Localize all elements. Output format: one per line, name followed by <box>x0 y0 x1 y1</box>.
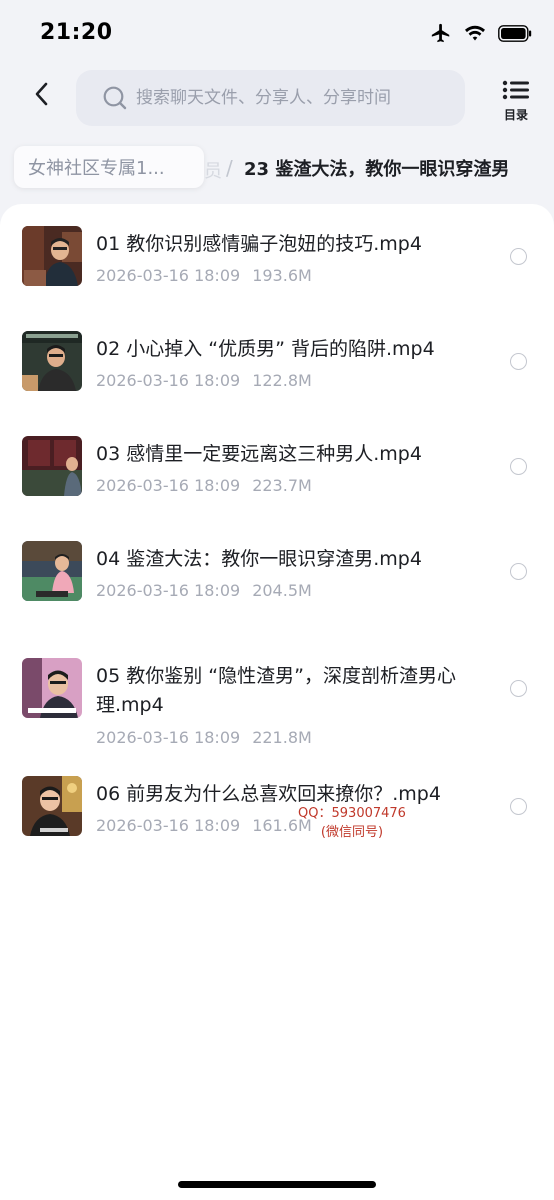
breadcrumb: 女神社区专属1... 员 / 23 鉴渣大法，教你一眼识穿渣男 <box>0 146 554 190</box>
status-time: 21:20 <box>40 20 113 45</box>
file-item[interactable]: 06 前男友为什么总喜欢回来撩你？.mp4 2026-03-16 18:09 16… <box>0 776 554 846</box>
file-name: 05 教你鉴别 “隐性渣男”，深度剖析渣男心理.mp4 <box>96 665 456 716</box>
file-name: 03 感情里一定要远离这三种男人.mp4 <box>96 443 422 465</box>
file-name: 01 教你识别感情骗子泡妞的技巧.mp4 <box>96 233 422 255</box>
airplane-icon <box>430 22 452 44</box>
select-radio[interactable] <box>510 680 527 697</box>
file-item[interactable]: 03 感情里一定要远离这三种男人.mp4 2026-03-16 18:09 223… <box>0 436 554 506</box>
breadcrumb-current: 23 鉴渣大法，教你一眼识穿渣男 <box>244 159 510 180</box>
file-size: 223.7M <box>252 476 312 495</box>
status-bar: 21:20 <box>0 0 554 66</box>
file-date: 2026-03-16 18:09 <box>96 816 241 835</box>
file-date: 2026-03-16 18:09 <box>96 266 241 285</box>
file-size: 193.6M <box>252 266 312 285</box>
breadcrumb-separator: / <box>226 156 233 180</box>
file-meta: 2026-03-16 18:09 193.6M <box>96 266 312 285</box>
file-size: 204.5M <box>252 581 312 600</box>
search-icon <box>102 85 128 111</box>
file-item[interactable]: 01 教你识别感情骗子泡妞的技巧.mp4 2026-03-16 18:09 193… <box>0 226 554 296</box>
file-date: 2026-03-16 18:09 <box>96 371 241 390</box>
file-size: 122.8M <box>252 371 312 390</box>
video-thumbnail <box>22 776 82 836</box>
search-box[interactable] <box>76 70 465 126</box>
toc-button[interactable]: 目录 <box>494 80 538 124</box>
chevron-left-icon <box>33 81 51 111</box>
file-list: 01 教你识别感情骗子泡妞的技巧.mp4 2026-03-16 18:09 193… <box>0 204 554 1200</box>
file-item[interactable]: 04 鉴渣大法：教你一眼识穿渣男.mp4 2026-03-16 18:09 204… <box>0 541 554 611</box>
video-thumbnail <box>22 658 82 718</box>
toc-label: 目录 <box>503 108 528 122</box>
file-date: 2026-03-16 18:09 <box>96 476 241 495</box>
breadcrumb-faded-text: 员 <box>204 161 222 182</box>
file-size: 161.6M <box>252 816 312 835</box>
back-button[interactable] <box>24 78 60 114</box>
file-name: 04 鉴渣大法：教你一眼识穿渣男.mp4 <box>96 548 422 570</box>
status-icons <box>430 22 532 44</box>
file-meta: 2026-03-16 18:09 204.5M <box>96 581 312 600</box>
wifi-icon <box>464 24 486 42</box>
video-thumbnail <box>22 226 82 286</box>
video-thumbnail <box>22 436 82 496</box>
file-item[interactable]: 05 教你鉴别 “隐性渣男”，深度剖析渣男心理.mp4 2026-03-16 1… <box>0 658 554 748</box>
file-browser-screen: 21:20 搜索聊天文件、分享人、分享时间 目录 女神社区专属1... 员 / … <box>0 0 554 1200</box>
home-indicator[interactable] <box>178 1181 376 1188</box>
file-meta: 2026-03-16 18:09 221.8M <box>96 728 312 747</box>
breadcrumb-parent[interactable]: 女神社区专属1... <box>14 146 204 188</box>
select-radio[interactable] <box>510 458 527 475</box>
select-radio[interactable] <box>510 248 527 265</box>
select-radio[interactable] <box>510 563 527 580</box>
file-meta: 2026-03-16 18:09 223.7M <box>96 476 312 495</box>
list-icon <box>502 80 530 104</box>
file-date: 2026-03-16 18:09 <box>96 581 241 600</box>
file-date: 2026-03-16 18:09 <box>96 728 241 747</box>
search-input[interactable] <box>136 88 436 108</box>
battery-icon <box>498 24 532 42</box>
file-item[interactable]: 02 小心掉入 “优质男” 背后的陷阱.mp4 2026-03-16 18:09… <box>0 331 554 401</box>
file-name: 02 小心掉入 “优质男” 背后的陷阱.mp4 <box>96 338 435 360</box>
select-radio[interactable] <box>510 353 527 370</box>
file-meta: 2026-03-16 18:09 161.6M <box>96 816 312 835</box>
file-size: 221.8M <box>252 728 312 747</box>
select-radio[interactable] <box>510 798 527 815</box>
file-meta: 2026-03-16 18:09 122.8M <box>96 371 312 390</box>
header: 目录 <box>0 66 554 130</box>
video-thumbnail <box>22 331 82 391</box>
file-name: 06 前男友为什么总喜欢回来撩你？.mp4 <box>96 783 441 805</box>
video-thumbnail <box>22 541 82 601</box>
